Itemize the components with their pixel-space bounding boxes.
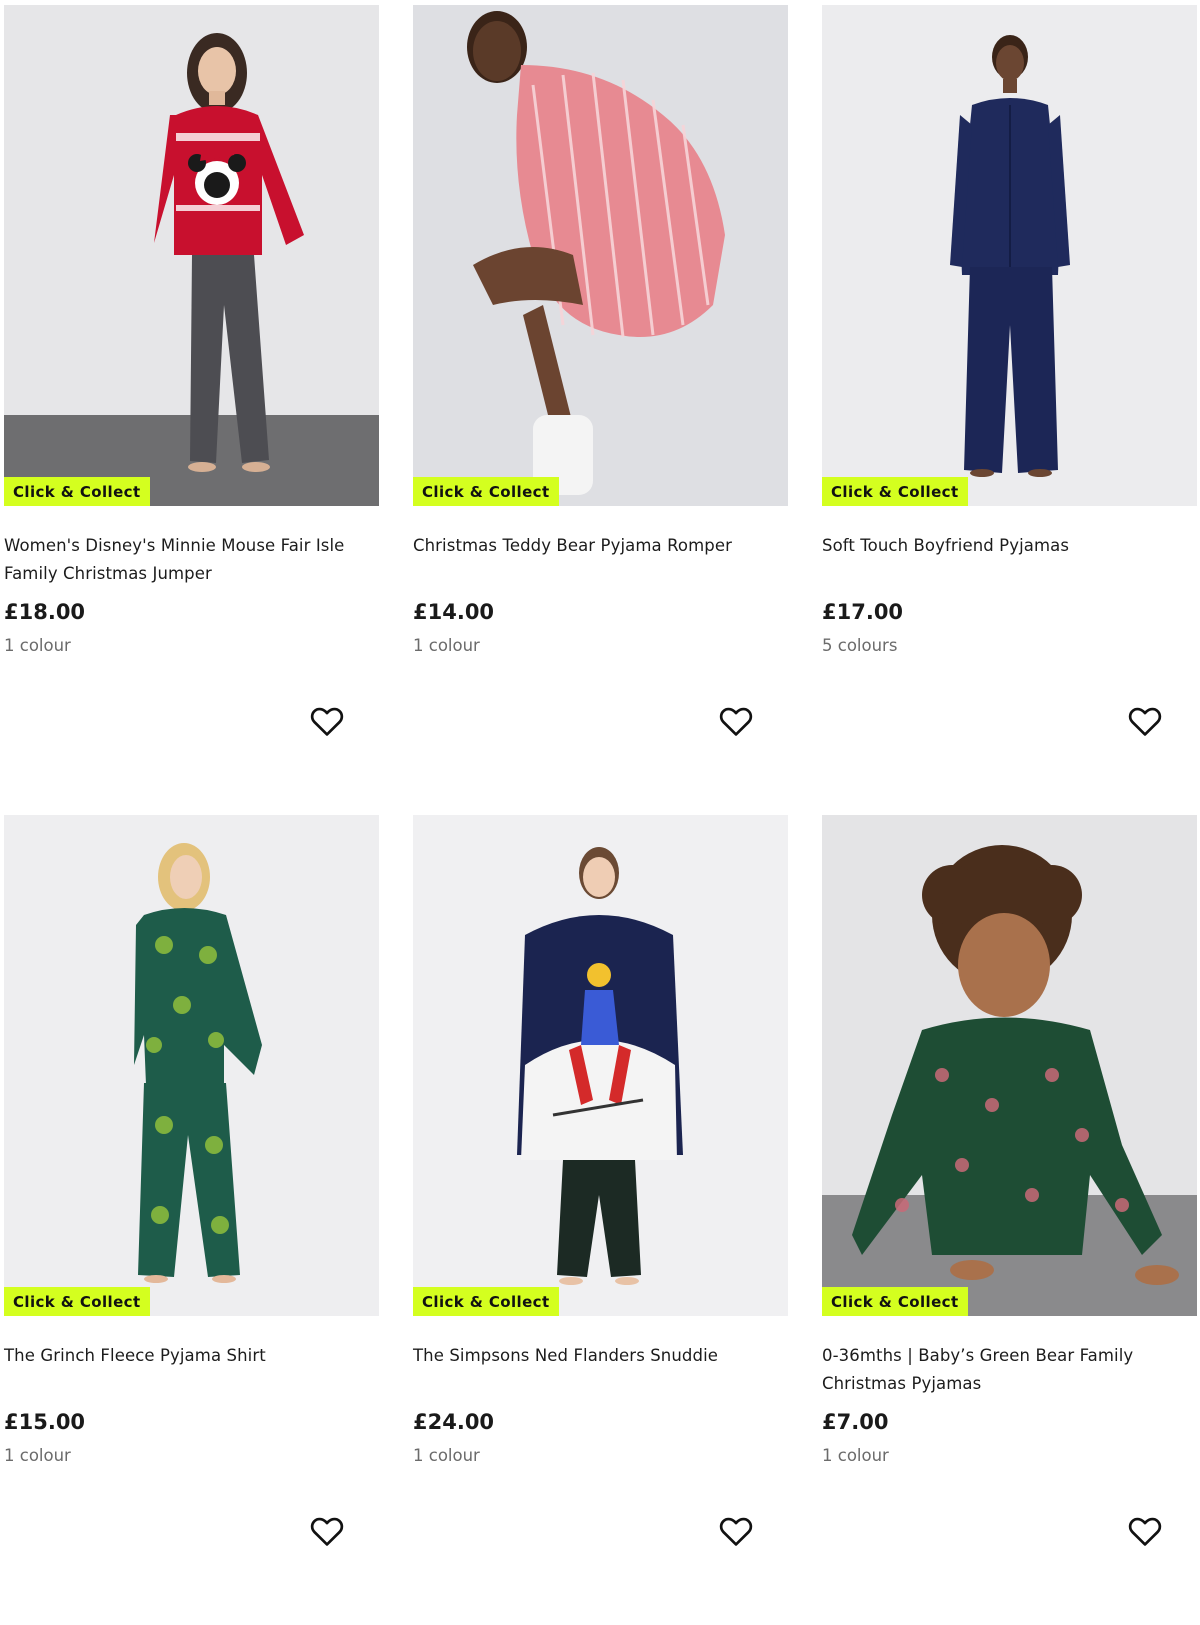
click-and-collect-badge: Click & Collect — [4, 477, 150, 506]
product-colour-count: 1 colour — [413, 636, 480, 655]
click-and-collect-badge: Click & Collect — [822, 1287, 968, 1316]
click-and-collect-badge: Click & Collect — [413, 1287, 559, 1316]
favourite-button[interactable] — [1128, 1515, 1162, 1547]
product-title[interactable]: Christmas Teddy Bear Pyjama Romper — [413, 532, 788, 588]
product-photo — [4, 815, 379, 1316]
product-grid: Click & Collect Women's Disney's Minnie … — [4, 5, 1197, 1625]
heart-outline-icon — [1128, 707, 1162, 736]
product-card[interactable]: Click & Collect Soft Touch Boyfriend Pyj… — [822, 5, 1197, 815]
product-title[interactable]: The Simpsons Ned Flanders Snuddie — [413, 1342, 788, 1398]
product-price: £17.00 — [822, 600, 904, 624]
product-card[interactable]: Click & Collect The Simpsons Ned Flander… — [413, 815, 788, 1625]
product-price: £14.00 — [413, 600, 495, 624]
heart-outline-icon — [310, 707, 344, 736]
product-image[interactable]: Click & Collect — [4, 5, 379, 506]
product-photo — [822, 815, 1197, 1316]
product-photo — [413, 5, 788, 506]
product-card[interactable]: Click & Collect Christmas Teddy Bear Pyj… — [413, 5, 788, 815]
product-image[interactable]: Click & Collect — [4, 815, 379, 1316]
product-photo — [4, 5, 379, 506]
product-price: £15.00 — [4, 1410, 86, 1434]
product-title[interactable]: The Grinch Fleece Pyjama Shirt — [4, 1342, 379, 1398]
product-image[interactable]: Click & Collect — [413, 5, 788, 506]
product-colour-count: 5 colours — [822, 636, 898, 655]
product-card[interactable]: Click & Collect Women's Disney's Minnie … — [4, 5, 379, 815]
product-title[interactable]: 0-36mths | Baby’s Green Bear Family Chri… — [822, 1342, 1197, 1398]
heart-outline-icon — [719, 1517, 753, 1546]
product-price: £24.00 — [413, 1410, 495, 1434]
click-and-collect-badge: Click & Collect — [413, 477, 559, 506]
product-colour-count: 1 colour — [822, 1446, 889, 1465]
product-colour-count: 1 colour — [413, 1446, 480, 1465]
product-card[interactable]: Click & Collect The Grinch Fleece Pyjama… — [4, 815, 379, 1625]
product-image[interactable]: Click & Collect — [413, 815, 788, 1316]
favourite-button[interactable] — [310, 705, 344, 737]
product-photo — [413, 815, 788, 1316]
product-title[interactable]: Women's Disney's Minnie Mouse Fair Isle … — [4, 532, 379, 588]
click-and-collect-badge: Click & Collect — [4, 1287, 150, 1316]
favourite-button[interactable] — [719, 1515, 753, 1547]
click-and-collect-badge: Click & Collect — [822, 477, 968, 506]
product-photo — [822, 5, 1197, 506]
product-colour-count: 1 colour — [4, 636, 71, 655]
heart-outline-icon — [1128, 1517, 1162, 1546]
product-price: £7.00 — [822, 1410, 889, 1434]
favourite-button[interactable] — [310, 1515, 344, 1547]
product-colour-count: 1 colour — [4, 1446, 71, 1465]
product-title[interactable]: Soft Touch Boyfriend Pyjamas — [822, 532, 1197, 588]
product-image[interactable]: Click & Collect — [822, 5, 1197, 506]
favourite-button[interactable] — [1128, 705, 1162, 737]
favourite-button[interactable] — [719, 705, 753, 737]
product-price: £18.00 — [4, 600, 86, 624]
product-image[interactable]: Click & Collect — [822, 815, 1197, 1316]
heart-outline-icon — [719, 707, 753, 736]
product-card[interactable]: Click & Collect 0-36mths | Baby’s Green … — [822, 815, 1197, 1625]
heart-outline-icon — [310, 1517, 344, 1546]
